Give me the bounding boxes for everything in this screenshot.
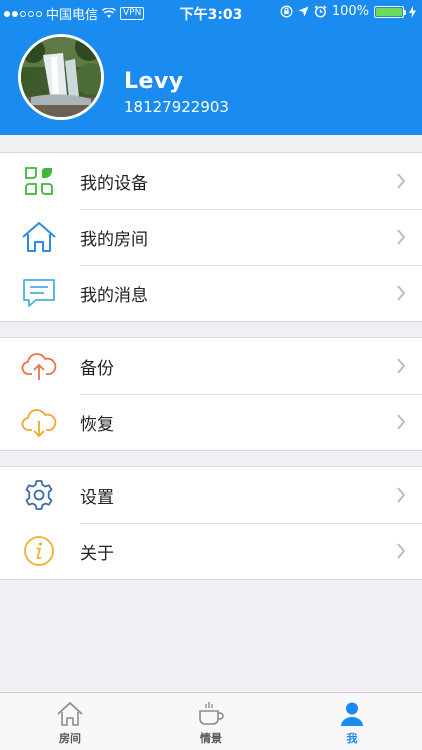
menu-item-restore[interactable]: 恢复: [0, 394, 422, 450]
menu-item-about[interactable]: 关于: [0, 523, 422, 579]
menu-item-my-messages[interactable]: 我的消息: [0, 265, 422, 321]
chevron-right-icon: [397, 285, 406, 301]
gear-icon: [20, 478, 58, 512]
cloud-upload-icon: [20, 349, 58, 383]
tab-scenes[interactable]: 情景: [141, 693, 281, 750]
person-icon: [341, 702, 363, 726]
status-right: 100%: [280, 4, 416, 19]
chevron-right-icon: [397, 358, 406, 374]
settings-group-2: 备份 恢复: [0, 337, 422, 451]
avatar[interactable]: [18, 34, 104, 120]
cloud-download-icon: [20, 405, 58, 439]
rotation-lock-icon: [280, 5, 293, 18]
profile-header: 中国电信 VPN 下午3:03 100% Levy 18127922903: [0, 0, 422, 135]
settings-group-1: 我的设备 我的房间 我的消息: [0, 152, 422, 322]
menu-item-my-devices[interactable]: 我的设备: [0, 153, 422, 209]
settings-group-3: 设置 关于: [0, 466, 422, 580]
menu-item-label: 恢复: [80, 414, 114, 435]
tab-me[interactable]: 我: [282, 693, 422, 750]
tab-rooms[interactable]: 房间: [0, 693, 140, 750]
battery-icon: [374, 5, 406, 18]
chevron-right-icon: [397, 229, 406, 245]
chevron-right-icon: [397, 543, 406, 559]
location-icon: [298, 6, 309, 17]
menu-item-label: 备份: [80, 358, 114, 379]
chevron-right-icon: [397, 487, 406, 503]
chevron-right-icon: [397, 414, 406, 430]
tab-label: 我: [346, 732, 358, 745]
menu-item-label: 我的设备: [80, 173, 148, 194]
menu-item-label: 我的消息: [80, 285, 148, 306]
profile-name: Levy: [124, 69, 184, 94]
house-icon: [20, 220, 58, 254]
charging-icon: [409, 5, 416, 18]
menu-item-label: 关于: [80, 543, 114, 564]
menu-item-label: 我的房间: [80, 229, 148, 250]
status-bar: 中国电信 VPN 下午3:03 100%: [0, 0, 422, 24]
menu-item-label: 设置: [80, 487, 114, 508]
tab-label: 房间: [59, 732, 81, 745]
battery-percent: 100%: [331, 4, 369, 19]
tab-label: 情景: [200, 732, 222, 745]
chevron-right-icon: [397, 173, 406, 189]
alarm-icon: [314, 5, 327, 18]
menu-item-my-rooms[interactable]: 我的房间: [0, 209, 422, 265]
devices-icon: [20, 164, 58, 198]
tab-bar: 房间 情景 我: [0, 692, 422, 750]
menu-item-backup[interactable]: 备份: [0, 338, 422, 394]
profile-phone: 18127922903: [124, 98, 229, 116]
cup-icon: [199, 702, 224, 725]
house-icon: [57, 702, 83, 726]
message-icon: [20, 276, 58, 310]
menu-item-settings[interactable]: 设置: [0, 467, 422, 523]
info-icon: [20, 534, 58, 568]
